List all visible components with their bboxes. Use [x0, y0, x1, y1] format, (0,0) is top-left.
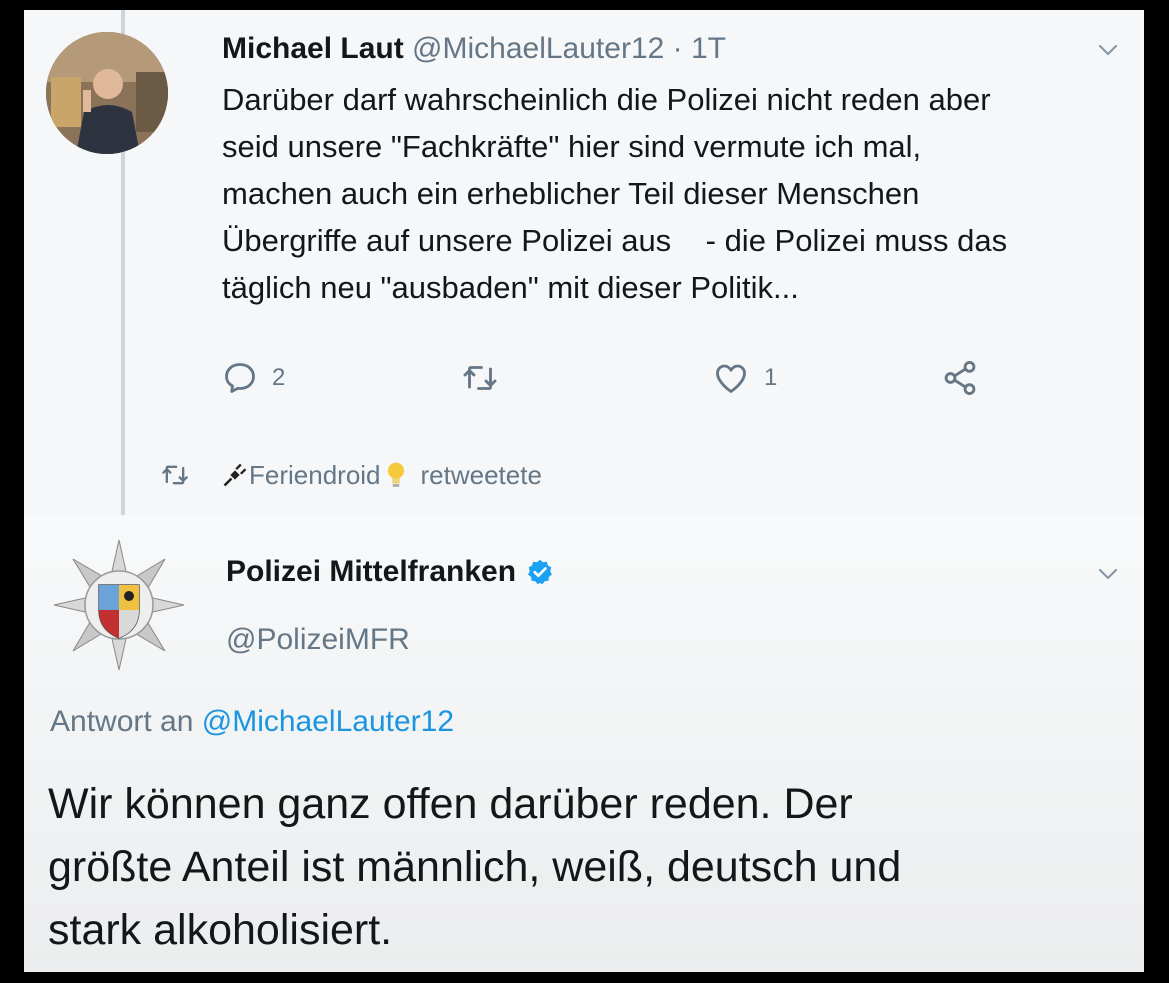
tweet1-line: täglich neu "ausbaden" mit dieser Politi… — [222, 270, 799, 305]
chevron-down-icon[interactable] — [1096, 562, 1120, 586]
tweet1-line: machen auch ein erheblicher Teil dieser … — [222, 176, 920, 211]
retweet-button[interactable] — [460, 358, 500, 398]
screenshot-frame: Michael Laut @MichaelLauter12 · 1T Darüb… — [24, 10, 1144, 972]
tweet2-line: stark alkoholisiert. — [48, 906, 393, 954]
reply-to-line: Antwort an @MichaelLauter12 — [50, 705, 454, 739]
plug-emoji-icon — [223, 463, 247, 487]
avatar-michael-laut[interactable] — [46, 32, 168, 154]
tweet2-line: größte Anteil ist männlich, weiß, deutsc… — [48, 843, 902, 891]
tweet1-text: Darüber darf wahrscheinlich die Polizei … — [222, 76, 1127, 311]
tweet2-line: Wir können ganz offen darüber reden. Der — [48, 780, 853, 828]
reply-prefix: Antwort an — [50, 705, 194, 738]
tweet2-author: Polizei Mittelfranken — [226, 555, 554, 589]
lightbulb-emoji-icon — [387, 462, 404, 487]
tweet1-action-bar: 2 1 — [222, 358, 1002, 398]
reply-button[interactable]: 2 — [222, 358, 285, 398]
tweet1-line: seid unsere "Fachkräfte" hier sind vermu… — [222, 129, 922, 164]
like-icon — [716, 364, 746, 393]
retweet-icon — [162, 465, 188, 485]
tweet1-time[interactable]: 1T — [691, 32, 726, 65]
share-icon — [944, 361, 976, 395]
retweet-icon — [463, 366, 497, 390]
reply-to-link[interactable]: @MichaelLauter12 — [202, 705, 454, 738]
retweeter-name[interactable]: Feriendroid — [249, 460, 381, 491]
chevron-down-icon[interactable] — [1096, 38, 1120, 62]
retweet-notice: Feriendroid retweetete — [159, 457, 542, 493]
retweet-suffix: retweetete — [420, 459, 542, 490]
like-button[interactable]: 1 — [712, 358, 777, 398]
like-count: 1 — [764, 364, 778, 391]
tweet2-author-name[interactable]: Polizei Mittelfranken — [226, 555, 516, 589]
share-button[interactable] — [940, 358, 980, 398]
tweet1-separator: · — [672, 32, 683, 65]
reply-icon — [225, 363, 255, 393]
tweet2-text: Wir können ganz offen darüber reden. Der… — [48, 773, 1128, 962]
reply-count: 2 — [272, 364, 286, 391]
verified-badge-icon — [528, 559, 552, 585]
tweet2-handle[interactable]: @PolizeiMFR — [226, 623, 410, 657]
tweet1-author-name[interactable]: Michael Laut — [222, 32, 404, 65]
tweet1-header: Michael Laut @MichaelLauter12 · 1T — [222, 32, 726, 66]
tweet1-handle[interactable]: @MichaelLauter12 — [412, 32, 664, 65]
police-star-logo[interactable] — [44, 530, 194, 680]
tweet1-line: Darüber darf wahrscheinlich die Polizei … — [222, 82, 991, 117]
tweet1-line: Übergriffe auf unsere Polizei aus - die … — [222, 223, 1008, 258]
